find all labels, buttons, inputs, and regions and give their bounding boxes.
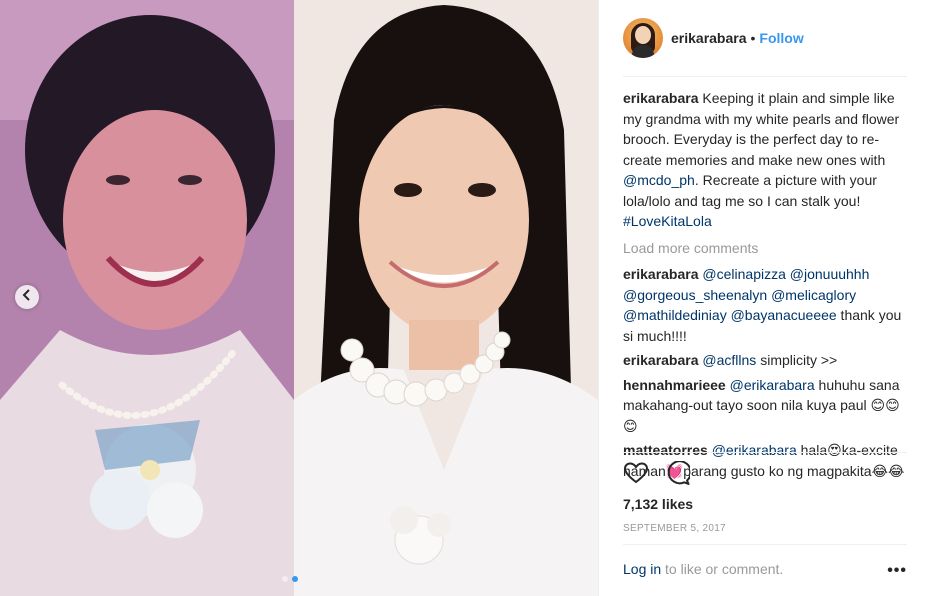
carousel-indicator	[282, 576, 298, 582]
avatar[interactable]	[623, 18, 663, 58]
comment-text: simplicity >>	[756, 352, 838, 368]
login-prompt: Log in to like or comment.	[623, 561, 783, 577]
heart-icon	[623, 461, 649, 489]
caption: erikarabara Keeping it plain and simple …	[623, 88, 913, 232]
comment-item: erikarabara @celinapizza @jonuuuhhh @gor…	[623, 264, 913, 346]
carousel-prev-button[interactable]	[15, 285, 39, 309]
comment-bubble-icon	[666, 459, 692, 490]
footer-divider	[623, 544, 907, 545]
action-bar	[623, 459, 692, 490]
photo-granddaughter	[294, 0, 598, 596]
comment-username[interactable]: erikarabara	[623, 352, 699, 368]
carousel-dot-active	[292, 576, 298, 582]
post-photo[interactable]	[0, 0, 598, 596]
comment-item: hennahmarieee @erikarabara huhuhu sana m…	[623, 375, 913, 437]
comment-mentions[interactable]: @acfllns	[702, 352, 756, 368]
caption-username[interactable]: erikarabara	[623, 90, 699, 106]
login-prompt-text: to like or comment.	[661, 561, 784, 577]
granddaughter-illustration	[294, 0, 598, 596]
separator-dot: •	[750, 30, 756, 46]
like-button[interactable]	[623, 461, 649, 489]
photo-grandma	[0, 0, 294, 596]
comment-username[interactable]: hennahmarieee	[623, 377, 726, 393]
follow-button[interactable]: Follow	[759, 30, 803, 46]
comment-button[interactable]	[665, 459, 692, 490]
login-link[interactable]: Log in	[623, 561, 661, 577]
header-username[interactable]: erikarabara	[671, 30, 747, 46]
post-header: erikarabara • Follow	[623, 17, 804, 59]
comment-mentions[interactable]: @erikarabara	[712, 442, 797, 458]
header-divider	[623, 76, 907, 77]
comment-username[interactable]: erikarabara	[623, 266, 699, 282]
comment-username[interactable]: matteatorres	[623, 442, 708, 458]
likes-count[interactable]: 7,132 likes	[623, 496, 693, 512]
comment-mentions[interactable]: @erikarabara	[730, 377, 815, 393]
post-date[interactable]: SEPTEMBER 5, 2017	[623, 523, 726, 534]
chevron-left-icon	[22, 288, 32, 306]
actions-divider	[623, 452, 907, 453]
grandma-illustration	[0, 0, 294, 596]
caption-mention[interactable]: @mcdo_ph	[623, 172, 695, 188]
caption-hashtag[interactable]: #LoveKitaLola	[623, 213, 712, 229]
post-sidebar: erikarabara • Follow erikarabara Keeping…	[598, 0, 931, 596]
carousel-dot	[282, 576, 288, 582]
load-more-comments[interactable]: Load more comments	[623, 238, 913, 259]
comment-item: erikarabara @acfllns simplicity >>	[623, 350, 913, 371]
more-options-icon[interactable]: •••	[887, 562, 907, 580]
comments-list: erikarabara Keeping it plain and simple …	[623, 88, 913, 484]
